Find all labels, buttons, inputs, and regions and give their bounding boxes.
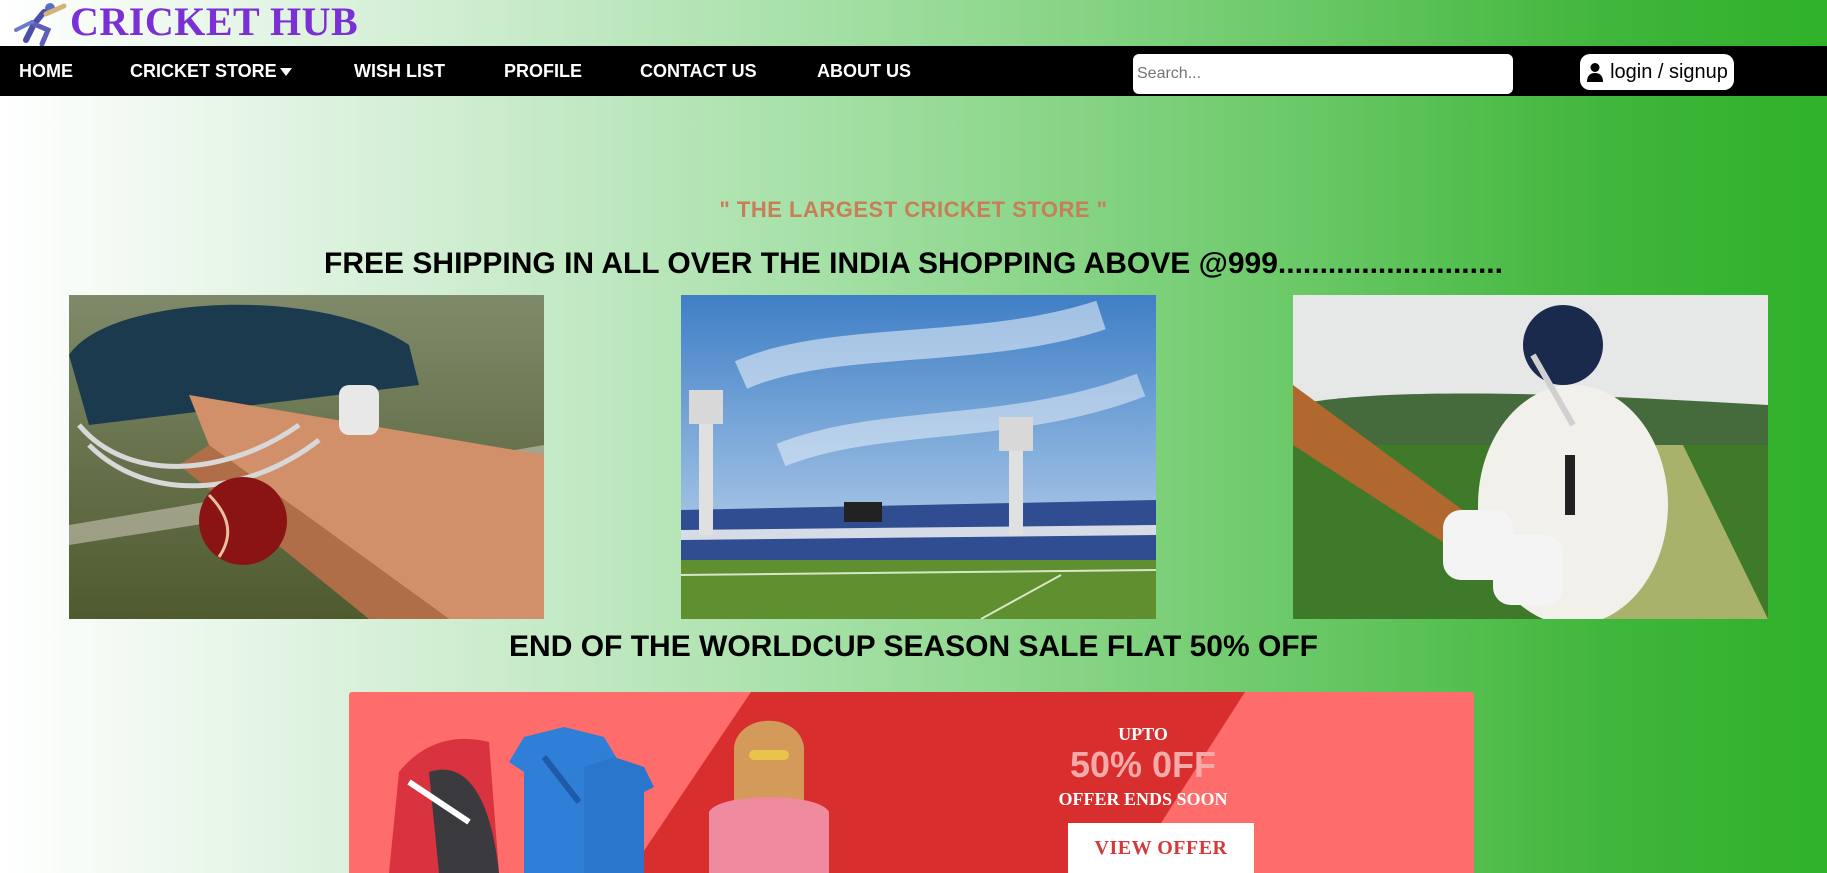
offer-ends: OFFER ENDS SOON — [1058, 789, 1228, 809]
batsman-image — [1293, 295, 1768, 619]
nav-cricket-store-label: CRICKET STORE — [130, 61, 277, 81]
nav-profile[interactable]: PROFILE — [504, 46, 582, 96]
offer-percent: 50% 0FF — [1069, 744, 1217, 785]
shoe-image — [389, 738, 499, 873]
brand-bar: CRICKET HUB — [0, 0, 1827, 46]
login-signup-label: login / signup — [1610, 60, 1728, 83]
helmet-bat-ball-image — [69, 295, 544, 619]
search-input[interactable] — [1133, 54, 1513, 94]
jersey-image — [509, 727, 654, 873]
user-icon — [1587, 63, 1604, 82]
chevron-down-icon — [279, 68, 292, 77]
nav-cricket-store[interactable]: CRICKET STORE — [130, 46, 293, 96]
nav-wish-list[interactable]: WISH LIST — [354, 46, 445, 96]
shipping-banner-text: FREE SHIPPING IN ALL OVER THE INDIA SHOP… — [324, 247, 1503, 280]
sale-heading: END OF THE WORLDCUP SEASON SALE FLAT 50%… — [509, 630, 1318, 663]
login-signup-button[interactable]: login / signup — [1580, 54, 1734, 90]
offer-banner — [349, 692, 1474, 873]
brand-name[interactable]: CRICKET HUB — [70, 0, 358, 45]
nav-home[interactable]: HOME — [19, 46, 73, 96]
nav-contact-us[interactable]: CONTACT US — [640, 46, 757, 96]
view-offer-button[interactable]: VIEW OFFER — [1068, 823, 1254, 873]
stadium-image — [681, 295, 1156, 619]
tagline: " THE LARGEST CRICKET STORE " — [719, 197, 1108, 222]
batsman-logo-icon[interactable] — [4, 0, 68, 46]
nav-about-us[interactable]: ABOUT US — [817, 46, 911, 96]
offer-upto: UPTO — [1118, 724, 1168, 744]
main-navbar: HOME CRICKET STORE WISH LIST PROFILE CON… — [0, 46, 1827, 96]
